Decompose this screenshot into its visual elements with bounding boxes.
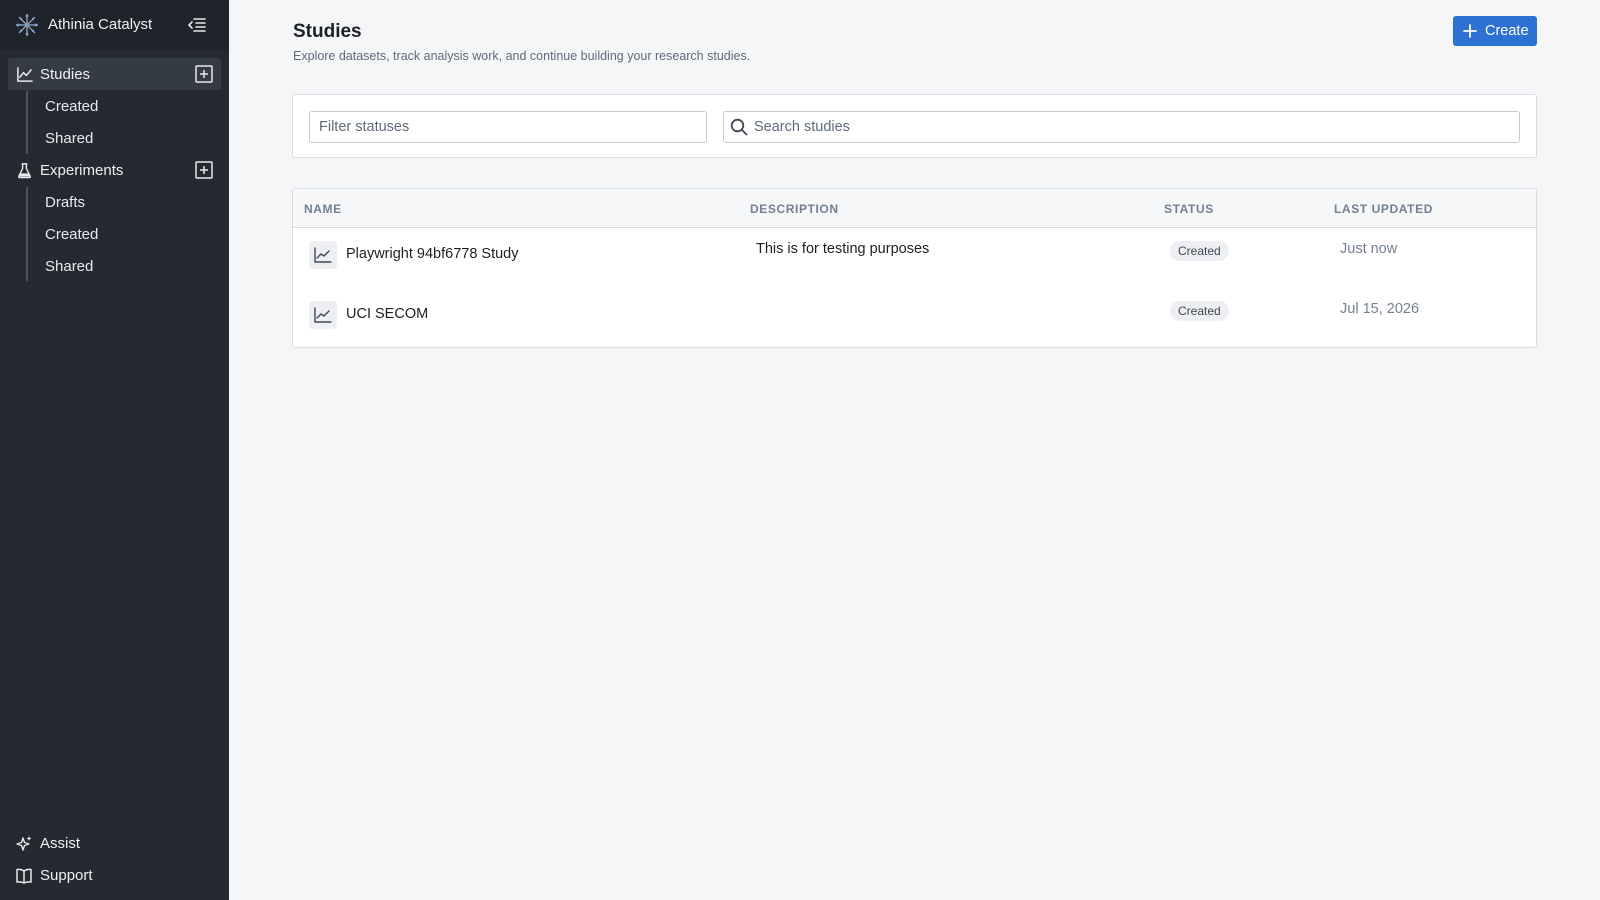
- sidebar-item-experiments-drafts[interactable]: Drafts: [45, 194, 85, 211]
- catalyst-logo-icon: [16, 14, 38, 36]
- add-experiment-icon[interactable]: [195, 161, 213, 179]
- sidebar-item-support[interactable]: Support: [8, 862, 221, 890]
- create-button[interactable]: Create: [1453, 16, 1537, 46]
- table-row[interactable]: UCI SECOM Created Jul 15, 2026: [293, 289, 1536, 347]
- chart-icon: [17, 67, 33, 82]
- sidebar-item-experiments-created[interactable]: Created: [45, 226, 98, 243]
- page-title: Studies: [293, 21, 362, 42]
- page-subtitle: Explore datasets, track analysis work, a…: [293, 49, 751, 63]
- table-row[interactable]: Playwright 94bf6778 Study This is for te…: [293, 229, 1536, 287]
- create-button-label: Create: [1485, 23, 1529, 39]
- search-input[interactable]: [723, 111, 1520, 143]
- sidebar-item-label: Studies: [40, 66, 91, 83]
- last-updated: Jul 15, 2026: [1340, 301, 1420, 317]
- flask-icon: [18, 163, 31, 179]
- column-header-status[interactable]: STATUS: [1164, 202, 1214, 216]
- column-header-last-updated[interactable]: LAST UPDATED: [1334, 202, 1433, 216]
- study-name[interactable]: Playwright 94bf6778 Study: [346, 246, 519, 262]
- experiments-subtree-line: [26, 187, 28, 281]
- sidebar-item-assist[interactable]: Assist: [8, 830, 221, 858]
- table-header: NAME DESCRIPTION STATUS LAST UPDATED: [293, 189, 1536, 228]
- sidebar-item-studies-created[interactable]: Created: [45, 98, 98, 115]
- study-icon: [309, 301, 337, 329]
- studies-table: NAME DESCRIPTION STATUS LAST UPDATED Pla…: [292, 188, 1537, 348]
- status-badge: Created: [1170, 301, 1229, 321]
- column-header-description[interactable]: DESCRIPTION: [750, 202, 839, 216]
- search-icon: [730, 118, 748, 136]
- book-icon: [16, 868, 32, 884]
- sidebar-item-label: Experiments: [40, 162, 124, 179]
- search-field: [723, 111, 1520, 143]
- filter-card: [292, 94, 1537, 158]
- collapse-sidebar-icon[interactable]: [186, 14, 208, 36]
- sidebar-item-label: Support: [40, 867, 93, 884]
- study-name[interactable]: UCI SECOM: [346, 306, 428, 322]
- status-badge: Created: [1170, 241, 1229, 261]
- studies-subtree-line: [26, 91, 28, 154]
- add-study-icon[interactable]: [195, 65, 213, 83]
- last-updated: Just now: [1340, 241, 1398, 257]
- sidebar-item-experiments-shared[interactable]: Shared: [45, 258, 93, 275]
- plus-icon: [1463, 24, 1477, 38]
- study-icon: [309, 241, 337, 269]
- chart-icon: [314, 307, 332, 323]
- study-description: This is for testing purposes: [756, 241, 930, 257]
- sidebar-item-label: Assist: [40, 835, 81, 852]
- app-name: Athinia Catalyst: [48, 16, 153, 33]
- column-header-name[interactable]: NAME: [304, 202, 342, 216]
- status-filter-input[interactable]: [309, 111, 707, 143]
- sidebar-item-studies[interactable]: Studies: [8, 58, 221, 90]
- sidebar-item-studies-shared[interactable]: Shared: [45, 130, 93, 147]
- sidebar-item-experiments[interactable]: Experiments: [8, 154, 221, 186]
- sparkle-icon: [16, 836, 32, 851]
- chart-icon: [314, 247, 332, 263]
- brand-bar: Athinia Catalyst: [0, 0, 229, 50]
- sidebar: Athinia Catalyst Studies Created Shared …: [0, 0, 229, 900]
